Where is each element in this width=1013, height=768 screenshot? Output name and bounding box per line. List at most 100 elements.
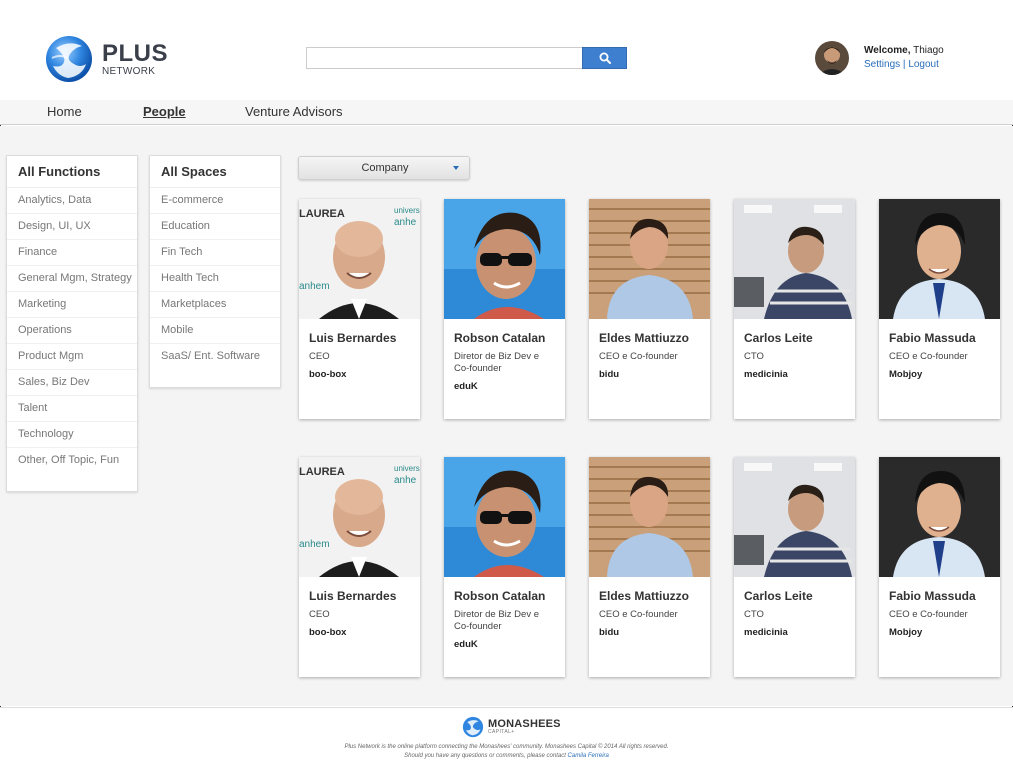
function-filter-item[interactable]: General Mgm, Strategy [7, 266, 137, 292]
person-info: Eldes Mattiuzzo CEO e Co-founder bidu [589, 577, 710, 638]
monashees-logo[interactable]: MONASHEES CAPITAL+ [462, 716, 561, 738]
person-info: Fabio Massuda CEO e Co-founder Mobjoy [879, 319, 1000, 380]
person-company: medicinia [744, 627, 788, 638]
functions-filter-panel: All Functions Analytics, Data Design, UI,… [6, 155, 138, 492]
person-company: bidu [599, 627, 620, 638]
svg-text:universi: universi [394, 464, 420, 473]
search-icon [599, 52, 611, 64]
person-card[interactable]: LAUREA universi anhe anhem Luis Bernarde… [299, 199, 420, 419]
logout-link[interactable]: Logout [908, 59, 939, 70]
person-name[interactable]: Fabio Massuda [889, 331, 990, 345]
person-company: eduK [454, 639, 478, 650]
person-card[interactable]: Robson Catalan Diretor de Biz Dev e Co-fo… [444, 457, 565, 677]
person-photo[interactable] [879, 199, 1000, 319]
person-title: CEO e Co-founder [889, 609, 968, 620]
person-card[interactable]: Fabio Massuda CEO e Co-founder Mobjoy [879, 199, 1000, 419]
main-nav: Home People Venture Advisors [0, 100, 1013, 125]
person-photo[interactable]: LAUREA universi anhe anhem [299, 199, 420, 319]
logo-subtitle: NETWORK [102, 65, 156, 77]
person-info: Carlos Leite CTO medicinia [734, 319, 855, 380]
function-filter-item[interactable]: Marketing [7, 292, 137, 318]
footer-contact-link[interactable]: Camila Ferreira [568, 753, 609, 759]
person-name[interactable]: Eldes Mattiuzzo [599, 331, 700, 345]
space-filter-item[interactable]: Mobile [150, 318, 280, 344]
functions-filter-title[interactable]: All Functions [7, 156, 137, 188]
person-photo[interactable] [444, 457, 565, 577]
person-info: Eldes Mattiuzzo CEO e Co-founder bidu [589, 319, 710, 380]
person-card[interactable]: Fabio Massuda CEO e Co-founder Mobjoy [879, 457, 1000, 677]
settings-link[interactable]: Settings [864, 59, 900, 70]
search-input[interactable] [306, 47, 582, 69]
person-photo[interactable] [879, 457, 1000, 577]
person-card[interactable]: Carlos Leite CTO medicinia [734, 457, 855, 677]
search-button[interactable] [582, 47, 627, 69]
spaces-filter-panel: All Spaces E-commerce Education Fin Tech He… [149, 155, 281, 388]
person-photo[interactable]: LAUREA universi anhe anhem [299, 457, 420, 577]
person-title: CEO [309, 609, 330, 620]
function-filter-item[interactable]: Technology [7, 422, 137, 448]
person-info: Luis Bernardes CEO boo-box [299, 577, 420, 638]
user-box: Welcome, Thiago Settings | Logout [815, 41, 944, 75]
spaces-filter-title[interactable]: All Spaces [150, 156, 280, 188]
space-filter-item[interactable]: Education [150, 214, 280, 240]
function-filter-item[interactable]: Finance [7, 240, 137, 266]
person-photo[interactable] [589, 457, 710, 577]
person-card[interactable]: Carlos Leite CTO medicinia [734, 199, 855, 419]
person-name[interactable]: Carlos Leite [744, 589, 845, 603]
person-info: Fabio Massuda CEO e Co-founder Mobjoy [879, 577, 1000, 638]
space-filter-item[interactable]: Health Tech [150, 266, 280, 292]
avatar[interactable] [815, 41, 849, 75]
search-bar [306, 47, 627, 69]
person-card[interactable]: LAUREA universi anhe anhem Luis Bernarde… [299, 457, 420, 677]
link-separator: | [902, 59, 906, 70]
function-filter-item[interactable]: Product Mgm [7, 344, 137, 370]
space-filter-item[interactable]: Marketplaces [150, 292, 280, 318]
function-filter-item[interactable]: Talent [7, 396, 137, 422]
space-filter-item[interactable]: E-commerce [150, 188, 280, 214]
function-filter-item[interactable]: Other, Off Topic, Fun [7, 448, 137, 474]
person-title: CEO [309, 351, 330, 362]
function-filter-item[interactable]: Analytics, Data [7, 188, 137, 214]
person-photo[interactable] [444, 199, 565, 319]
person-name[interactable]: Eldes Mattiuzzo [599, 589, 700, 603]
person-card[interactable]: Robson Catalan Diretor de Biz Dev e Co-fo… [444, 199, 565, 419]
person-company: boo-box [309, 627, 347, 638]
globe-logo-icon [46, 36, 92, 82]
person-name[interactable]: Luis Bernardes [309, 589, 410, 603]
footer: MONASHEES CAPITAL+ Plus Network is the o… [0, 707, 1013, 768]
person-photo[interactable] [734, 457, 855, 577]
space-filter-item[interactable]: SaaS/ Ent. Software [150, 344, 280, 370]
footer-contact-prefix: Should you have any questions or comment… [404, 753, 566, 759]
space-filter-item[interactable]: Fin Tech [150, 240, 280, 266]
header: PLUS NETWORK Welcome, Thiago Settings | … [0, 0, 1013, 100]
svg-text:anhem: anhem [299, 539, 330, 550]
person-info: Luis Bernardes CEO boo-box [299, 319, 420, 380]
svg-text:LAUREA: LAUREA [299, 466, 345, 478]
person-title: CEO e Co-founder [889, 351, 968, 362]
nav-item-venture-advisors[interactable]: Venture Advisors [245, 104, 343, 119]
plus-network-logo[interactable]: PLUS NETWORK [44, 34, 168, 84]
person-name[interactable]: Luis Bernardes [309, 331, 410, 345]
person-card[interactable]: Eldes Mattiuzzo CEO e Co-founder bidu [589, 457, 710, 677]
person-name[interactable]: Robson Catalan [454, 331, 555, 345]
person-title: CEO e Co-founder [599, 609, 678, 620]
person-name[interactable]: Carlos Leite [744, 331, 845, 345]
function-filter-item[interactable]: Operations [7, 318, 137, 344]
person-title: CTO [744, 351, 764, 362]
person-title: CTO [744, 609, 764, 620]
function-filter-item[interactable]: Design, UI, UX [7, 214, 137, 240]
person-card[interactable]: Eldes Mattiuzzo CEO e Co-founder bidu [589, 199, 710, 419]
person-name[interactable]: Fabio Massuda [889, 589, 990, 603]
company-dropdown[interactable]: Company [298, 156, 470, 180]
nav-item-home[interactable]: Home [47, 104, 82, 119]
function-filter-item[interactable]: Sales, Biz Dev [7, 370, 137, 396]
person-photo[interactable] [589, 199, 710, 319]
person-title: CEO e Co-founder [599, 351, 678, 362]
person-info: Carlos Leite CTO medicinia [734, 577, 855, 638]
nav-item-people[interactable]: People [143, 104, 186, 119]
person-name[interactable]: Robson Catalan [454, 589, 555, 603]
footer-copyright: Plus Network is the online platform conn… [344, 744, 669, 750]
person-photo[interactable] [734, 199, 855, 319]
user-avatar-icon [815, 41, 849, 75]
svg-text:anhe: anhe [394, 217, 417, 228]
